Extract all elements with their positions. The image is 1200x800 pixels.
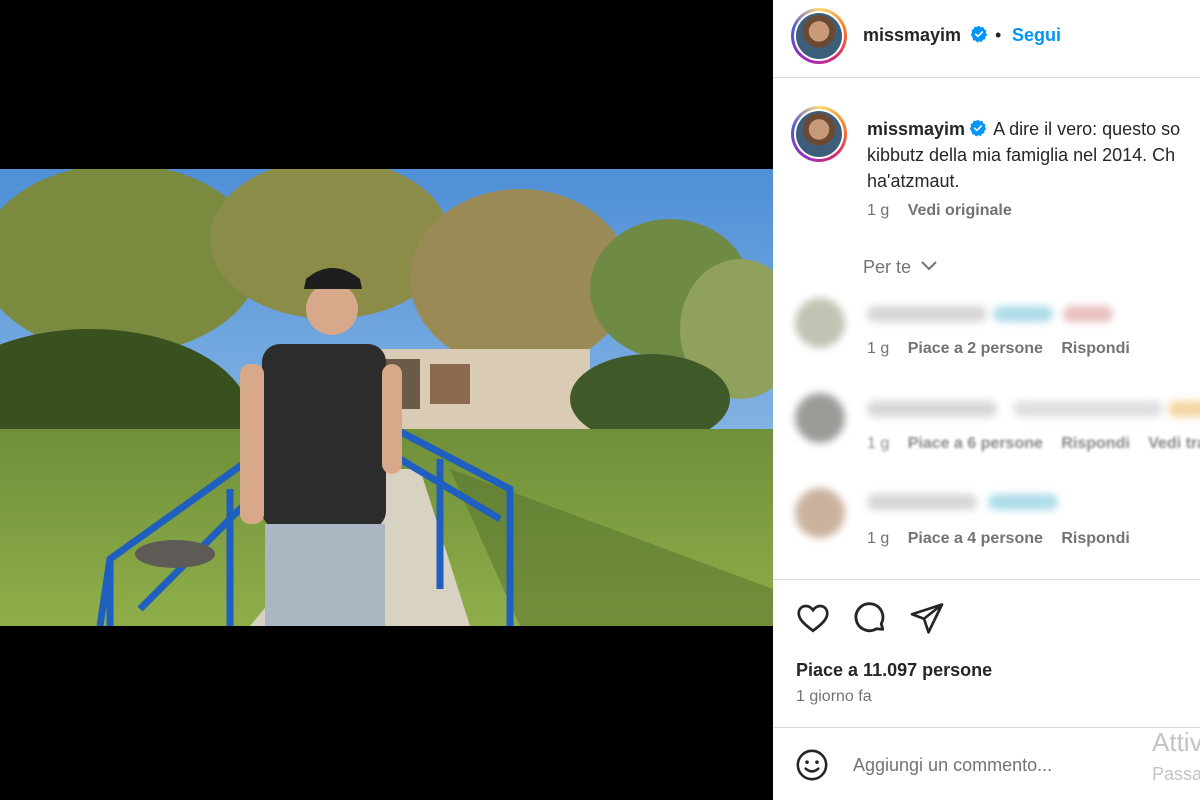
comment-text-blurred [867, 401, 997, 417]
separator-dot: • [995, 25, 1002, 45]
for-you-filter[interactable]: Per te [863, 257, 938, 278]
author-avatar[interactable] [791, 8, 847, 64]
comment-composer [773, 727, 1200, 800]
reply-button[interactable]: Rispondi [1061, 435, 1129, 452]
comment-item: 1 g Piace a 6 persone Rispondi Vedi tra [773, 385, 1200, 465]
post-header: missmayim • Segui [773, 0, 1200, 78]
comment-text-blurred [867, 306, 987, 322]
verified-badge-icon [970, 25, 988, 43]
verified-badge-icon [969, 119, 987, 137]
paper-plane-icon[interactable] [909, 600, 945, 636]
comment-text-blurred [1063, 306, 1113, 322]
comment-item: 1 g Piace a 2 persone Rispondi [773, 290, 1200, 370]
caption-avatar[interactable] [791, 106, 847, 162]
caption: missmayim A dire il vero: questo so kibb… [867, 116, 1200, 194]
comment-text-blurred [988, 494, 1058, 510]
reply-button[interactable]: Rispondi [1061, 530, 1129, 547]
heart-icon[interactable] [795, 600, 831, 636]
reply-button[interactable]: Rispondi [1061, 340, 1129, 357]
see-translation-button[interactable]: Vedi tra [1148, 435, 1200, 452]
os-activation-watermark: Attiv [1152, 727, 1200, 757]
comment-avatar[interactable] [795, 488, 845, 538]
comment-meta: 1 g Piace a 6 persone Rispondi Vedi tra [867, 435, 1200, 453]
os-activation-watermark-sub: Passa [1152, 764, 1200, 784]
comment-item: 1 g Piace a 4 persone Rispondi [773, 480, 1200, 560]
comment-meta: 1 g Piace a 4 persone Rispondi [867, 530, 1130, 548]
comment-time: 1 g [867, 340, 890, 357]
post-time: 1 giorno fa [796, 688, 872, 705]
comment-input[interactable] [853, 750, 1133, 780]
comment-avatar[interactable] [795, 393, 845, 443]
emoji-icon[interactable] [795, 748, 829, 782]
author-username-text[interactable]: missmayim [863, 25, 961, 45]
comment-text-blurred [1013, 401, 1163, 417]
chevron-down-icon [921, 261, 937, 271]
comment-text-blurred [1168, 401, 1200, 417]
comment-text-blurred [993, 306, 1053, 322]
caption-meta: 1 g Vedi originale [867, 202, 1012, 220]
comment-likes-link[interactable]: Piace a 2 persone [908, 340, 1043, 357]
likes-count[interactable]: Piace a 11.097 persone [796, 660, 992, 681]
caption-time: 1 g [867, 202, 890, 219]
post-details-panel: missmayim • Segui missmayim A dire il ve… [773, 0, 1200, 800]
see-original-button[interactable]: Vedi originale [908, 202, 1012, 219]
for-you-label[interactable]: Per te [863, 257, 911, 277]
comment-meta: 1 g Piace a 2 persone Rispondi [867, 340, 1130, 358]
comment-likes-link[interactable]: Piace a 6 persone [908, 435, 1043, 452]
comment-text-blurred [867, 494, 977, 510]
photo-illustration [0, 169, 773, 626]
media-viewer [0, 0, 773, 800]
post-photo[interactable] [0, 169, 773, 626]
comment-time: 1 g [867, 435, 890, 452]
comment-time: 1 g [867, 530, 890, 547]
follow-button[interactable]: Segui [1012, 25, 1061, 46]
caption-username[interactable]: missmayim [867, 119, 965, 139]
author-username[interactable]: missmayim [863, 25, 988, 46]
comment-avatar[interactable] [795, 298, 845, 348]
comment-bubble-icon[interactable] [852, 600, 888, 636]
post-actions: Piace a 11.097 persone 1 giorno fa [773, 579, 1200, 727]
comment-likes-link[interactable]: Piace a 4 persone [908, 530, 1043, 547]
